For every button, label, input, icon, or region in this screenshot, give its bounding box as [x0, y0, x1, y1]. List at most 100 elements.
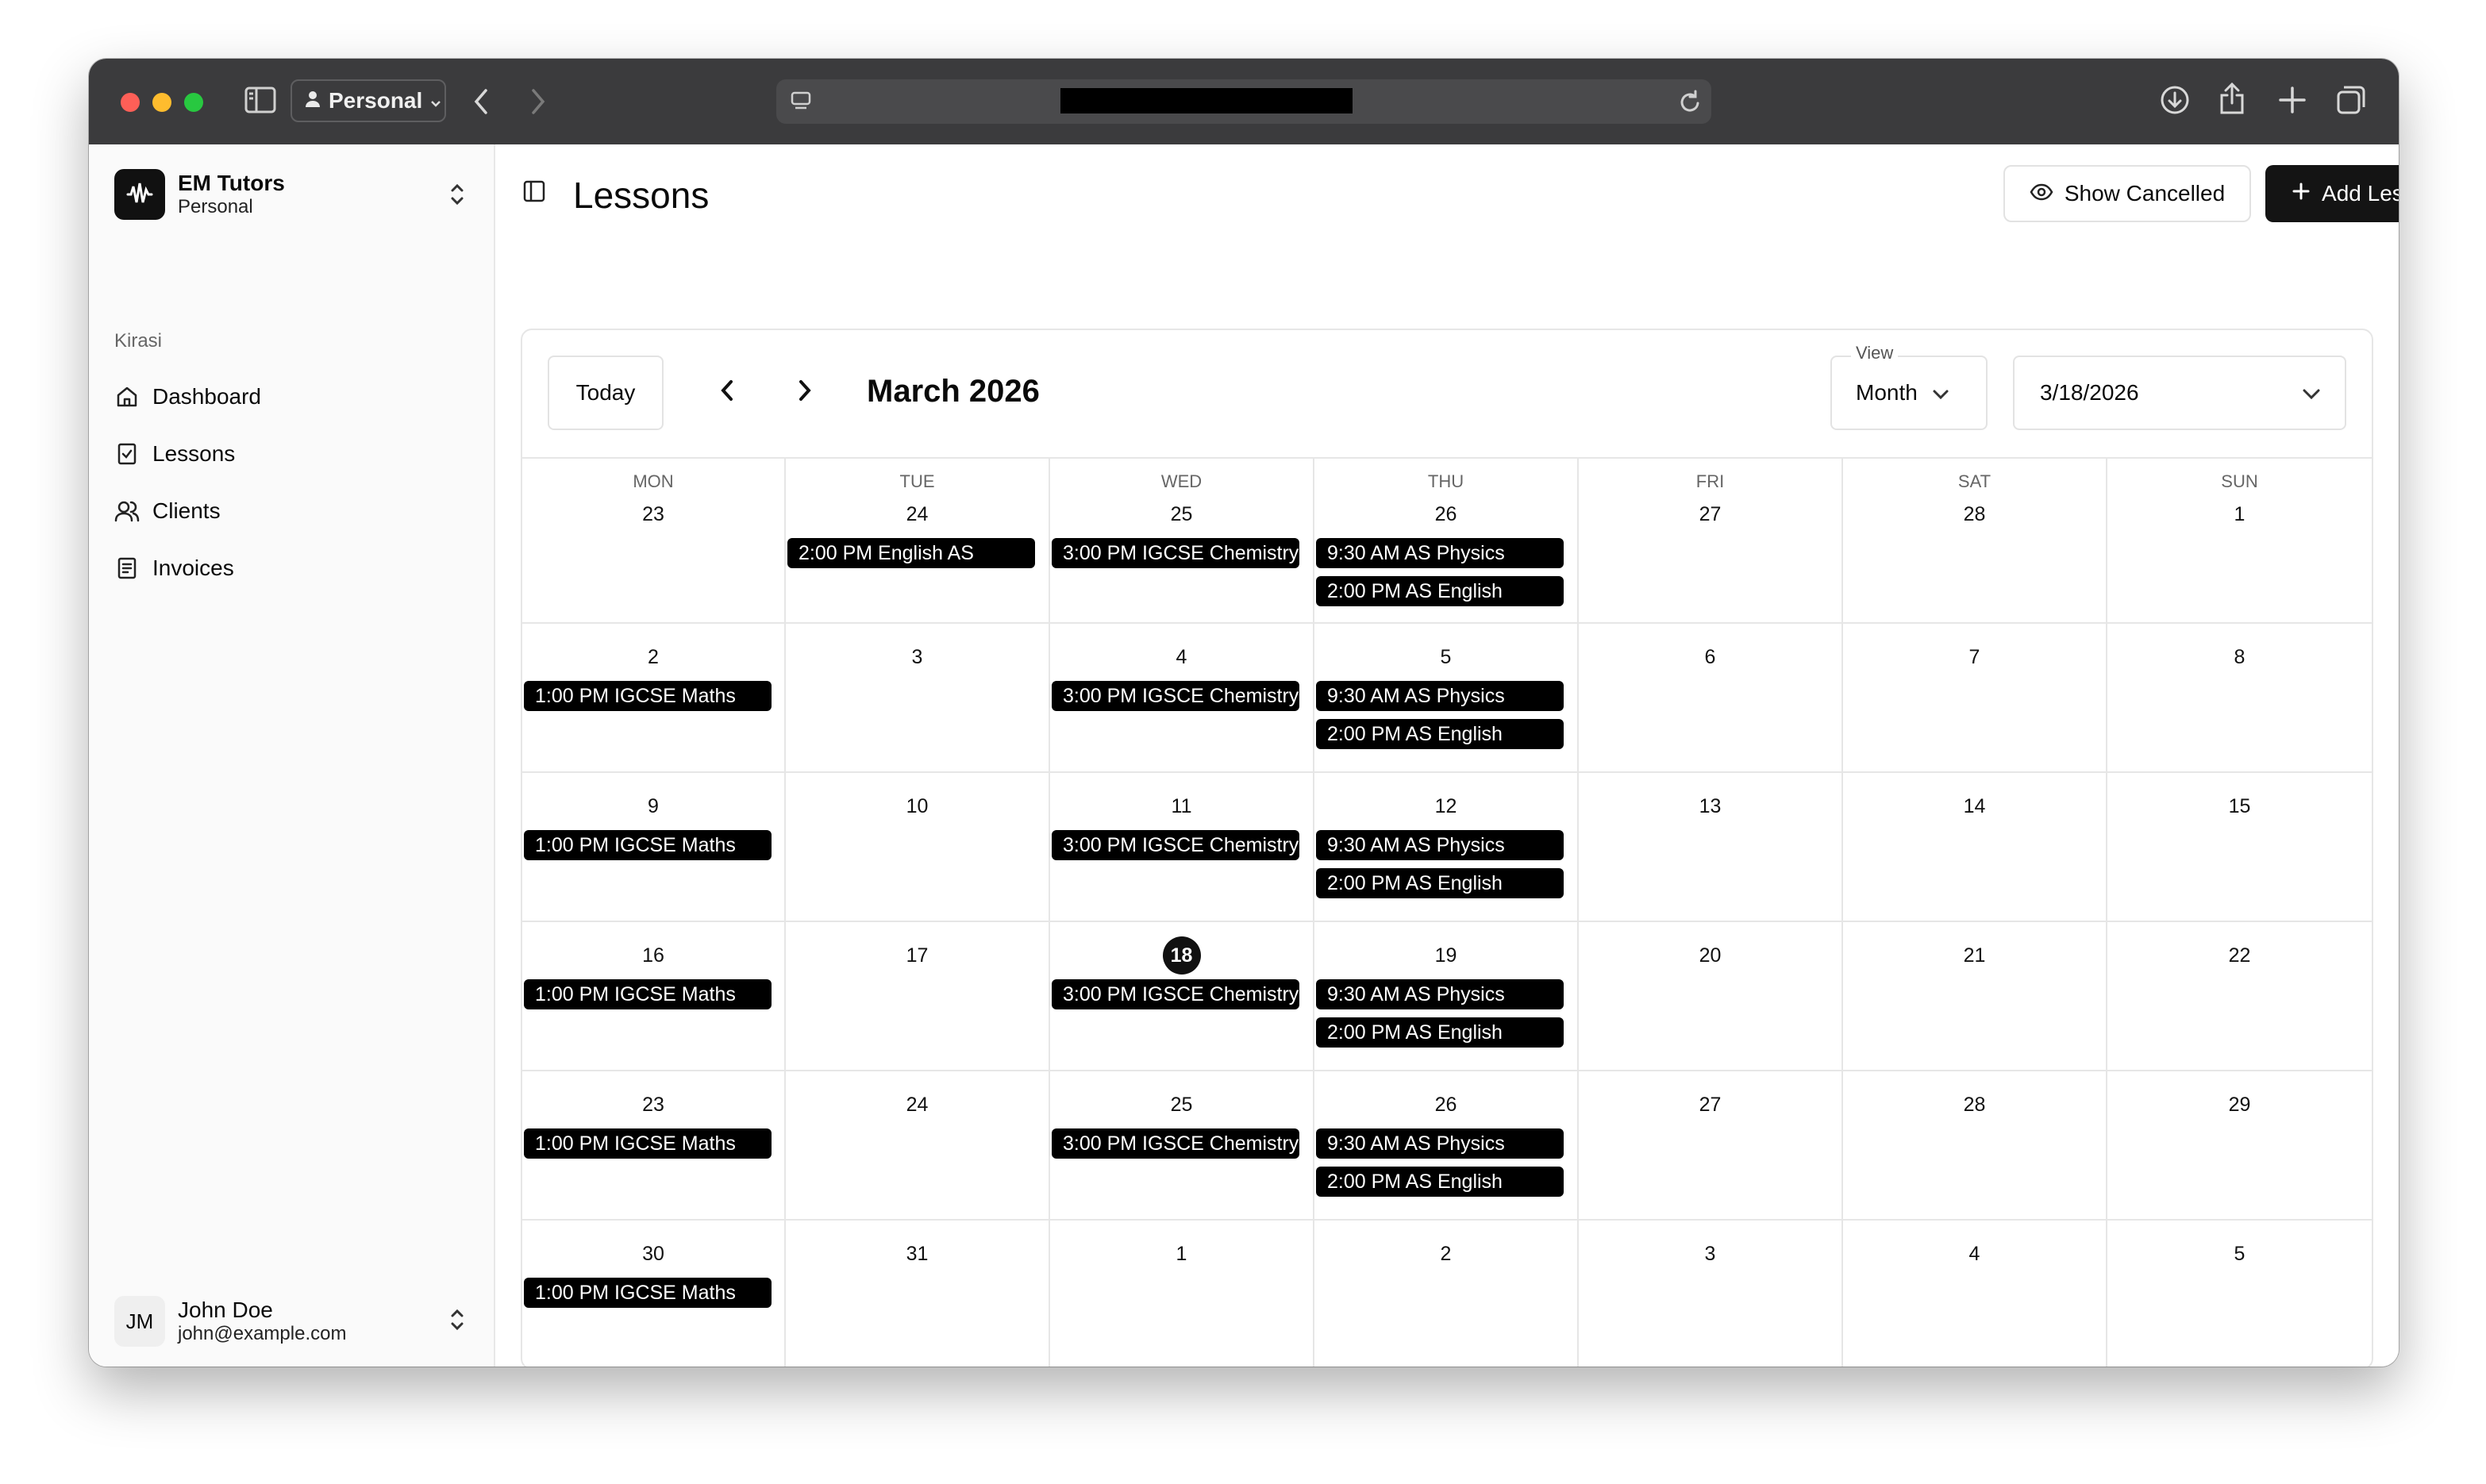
today-button[interactable]: Today	[548, 356, 664, 430]
day-cell[interactable]: WED 25 3:00 PM IGCSE Chemistry	[1050, 457, 1314, 624]
lesson-event[interactable]: 9:30 AM AS Physics	[1316, 979, 1564, 1009]
chevron-down-icon	[2302, 381, 2321, 406]
day-cell[interactable]: 11 3:00 PM IGSCE Chemistry	[1050, 773, 1314, 922]
profile-switcher[interactable]: Personal	[291, 79, 446, 122]
day-cell[interactable]: 1	[1050, 1221, 1314, 1367]
panel-toggle-icon[interactable]	[522, 179, 546, 207]
day-cell[interactable]: 31	[786, 1221, 1050, 1367]
day-cell[interactable]: 10	[786, 773, 1050, 922]
new-tab-icon[interactable]	[2276, 84, 2308, 116]
page-menu-icon[interactable]	[789, 89, 813, 113]
lesson-event[interactable]: 9:30 AM AS Physics	[1316, 538, 1564, 568]
date-picker[interactable]: 3/18/2026	[2013, 356, 2346, 430]
day-cell[interactable]: 4 3:00 PM IGSCE Chemistry	[1050, 624, 1314, 773]
sidebar-item-lessons[interactable]: Lessons	[114, 425, 470, 482]
day-cell[interactable]: 3	[1579, 1221, 1843, 1367]
day-cell[interactable]: 28	[1843, 1071, 2107, 1221]
lesson-event[interactable]: 9:30 AM AS Physics	[1316, 1128, 1564, 1159]
day-cell[interactable]: 30 1:00 PM IGCSE Maths	[522, 1221, 786, 1367]
day-cell[interactable]: SAT 28	[1843, 457, 2107, 624]
view-select-label: View	[1851, 343, 1899, 363]
show-cancelled-button[interactable]: Show Cancelled	[2003, 165, 2251, 222]
view-select[interactable]: Month	[1830, 356, 1988, 430]
lesson-event[interactable]: 2:00 PM AS English	[1316, 576, 1564, 606]
url-text: ███████████████████	[1060, 88, 1353, 113]
day-cell[interactable]: 25 3:00 PM IGSCE Chemistry	[1050, 1071, 1314, 1221]
lesson-event[interactable]: 1:00 PM IGCSE Maths	[524, 1278, 772, 1308]
day-cell[interactable]: 22	[2107, 922, 2372, 1071]
day-cell[interactable]: 20	[1579, 922, 1843, 1071]
reload-icon[interactable]	[1678, 89, 1702, 114]
lesson-event[interactable]: 2:00 PM AS English	[1316, 868, 1564, 898]
day-cell[interactable]: 15	[2107, 773, 2372, 922]
back-icon[interactable]	[470, 87, 492, 116]
lesson-event[interactable]: 1:00 PM IGCSE Maths	[524, 1128, 772, 1159]
day-cell[interactable]: 21	[1843, 922, 2107, 1071]
day-cell[interactable]: 29	[2107, 1071, 2372, 1221]
lesson-event[interactable]: 3:00 PM IGSCE Chemistry	[1052, 1128, 1299, 1159]
day-cell[interactable]: 5	[2107, 1221, 2372, 1367]
lesson-event[interactable]: 3:00 PM IGSCE Chemistry	[1052, 830, 1299, 860]
day-cell[interactable]: 7	[1843, 624, 2107, 773]
day-cell[interactable]: 27	[1579, 1071, 1843, 1221]
next-month-button[interactable]	[789, 376, 821, 408]
day-cell[interactable]: SUN 1	[2107, 457, 2372, 624]
lesson-event[interactable]: 2:00 PM English AS	[787, 538, 1035, 568]
sidebar-toggle-icon[interactable]	[244, 86, 276, 114]
day-cell[interactable]: 17	[786, 922, 1050, 1071]
lesson-event[interactable]: 2:00 PM AS English	[1316, 719, 1564, 749]
day-cell[interactable]: 3	[786, 624, 1050, 773]
day-cell[interactable]: 23 1:00 PM IGCSE Maths	[522, 1071, 786, 1221]
invoice-icon	[114, 556, 140, 581]
lesson-event[interactable]: 9:30 AM AS Physics	[1316, 681, 1564, 711]
main-content: Lessons Show Cancelled Add Lesson Today	[495, 144, 2399, 1367]
day-cell[interactable]: 9 1:00 PM IGCSE Maths	[522, 773, 786, 922]
day-cell[interactable]: 16 1:00 PM IGCSE Maths	[522, 922, 786, 1071]
close-window-button[interactable]	[121, 93, 140, 112]
day-cell[interactable]: 13	[1579, 773, 1843, 922]
lesson-event[interactable]: 1:00 PM IGCSE Maths	[524, 681, 772, 711]
day-cell[interactable]: 5 9:30 AM AS Physics 2:00 PM AS English	[1314, 624, 1579, 773]
day-cell[interactable]: 24	[786, 1071, 1050, 1221]
org-switcher[interactable]: EM Tutors Personal	[114, 168, 470, 221]
sidebar-item-clients[interactable]: Clients	[114, 482, 470, 540]
day-cell[interactable]: 2 1:00 PM IGCSE Maths	[522, 624, 786, 773]
lesson-event[interactable]: 3:00 PM IGSCE Chemistry	[1052, 979, 1299, 1009]
lesson-event[interactable]: 9:30 AM AS Physics	[1316, 830, 1564, 860]
day-cell[interactable]: 12 9:30 AM AS Physics 2:00 PM AS English	[1314, 773, 1579, 922]
address-bar[interactable]: ███████████████████	[776, 79, 1711, 124]
lesson-event[interactable]: 3:00 PM IGCSE Chemistry	[1052, 538, 1299, 568]
day-cell[interactable]: 14	[1843, 773, 2107, 922]
day-cell[interactable]: THU 26 9:30 AM AS Physics 2:00 PM AS Englis…	[1314, 457, 1579, 624]
add-lesson-button[interactable]: Add Lesson	[2265, 165, 2399, 222]
day-cell[interactable]: 6	[1579, 624, 1843, 773]
zoom-window-button[interactable]	[184, 93, 203, 112]
checklist-icon	[114, 441, 140, 467]
day-cell[interactable]: 8	[2107, 624, 2372, 773]
tab-overview-icon[interactable]	[2335, 84, 2367, 116]
weekday-header: WED	[1160, 471, 1203, 491]
lesson-event[interactable]: 2:00 PM AS English	[1316, 1017, 1564, 1048]
day-cell[interactable]: 26 9:30 AM AS Physics 2:00 PM AS English	[1314, 1071, 1579, 1221]
downloads-icon[interactable]	[2159, 84, 2191, 116]
day-cell[interactable]: 18 3:00 PM IGSCE Chemistry	[1050, 922, 1314, 1071]
date-number: 19	[1434, 944, 1457, 967]
lesson-event[interactable]: 1:00 PM IGCSE Maths	[524, 979, 772, 1009]
share-icon[interactable]	[2218, 81, 2246, 116]
sidebar-item-invoices[interactable]: Invoices	[114, 540, 470, 597]
day-cell[interactable]: 4	[1843, 1221, 2107, 1367]
user-menu[interactable]: JM John Doe john@example.com	[114, 1294, 470, 1349]
lesson-event[interactable]: 1:00 PM IGCSE Maths	[524, 830, 772, 860]
day-cell[interactable]: 19 9:30 AM AS Physics 2:00 PM AS English	[1314, 922, 1579, 1071]
minimize-window-button[interactable]	[152, 93, 171, 112]
day-cell[interactable]: MON 23	[522, 457, 786, 624]
add-lesson-label: Add Lesson	[2322, 181, 2399, 206]
lesson-event[interactable]: 3:00 PM IGSCE Chemistry	[1052, 681, 1299, 711]
forward-icon[interactable]	[527, 87, 549, 116]
day-cell[interactable]: TUE 24 2:00 PM English AS	[786, 457, 1050, 624]
sidebar-item-dashboard[interactable]: Dashboard	[114, 368, 470, 425]
day-cell[interactable]: FRI 27	[1579, 457, 1843, 624]
previous-month-button[interactable]	[711, 376, 743, 408]
day-cell[interactable]: 2	[1314, 1221, 1579, 1367]
lesson-event[interactable]: 2:00 PM AS English	[1316, 1167, 1564, 1197]
